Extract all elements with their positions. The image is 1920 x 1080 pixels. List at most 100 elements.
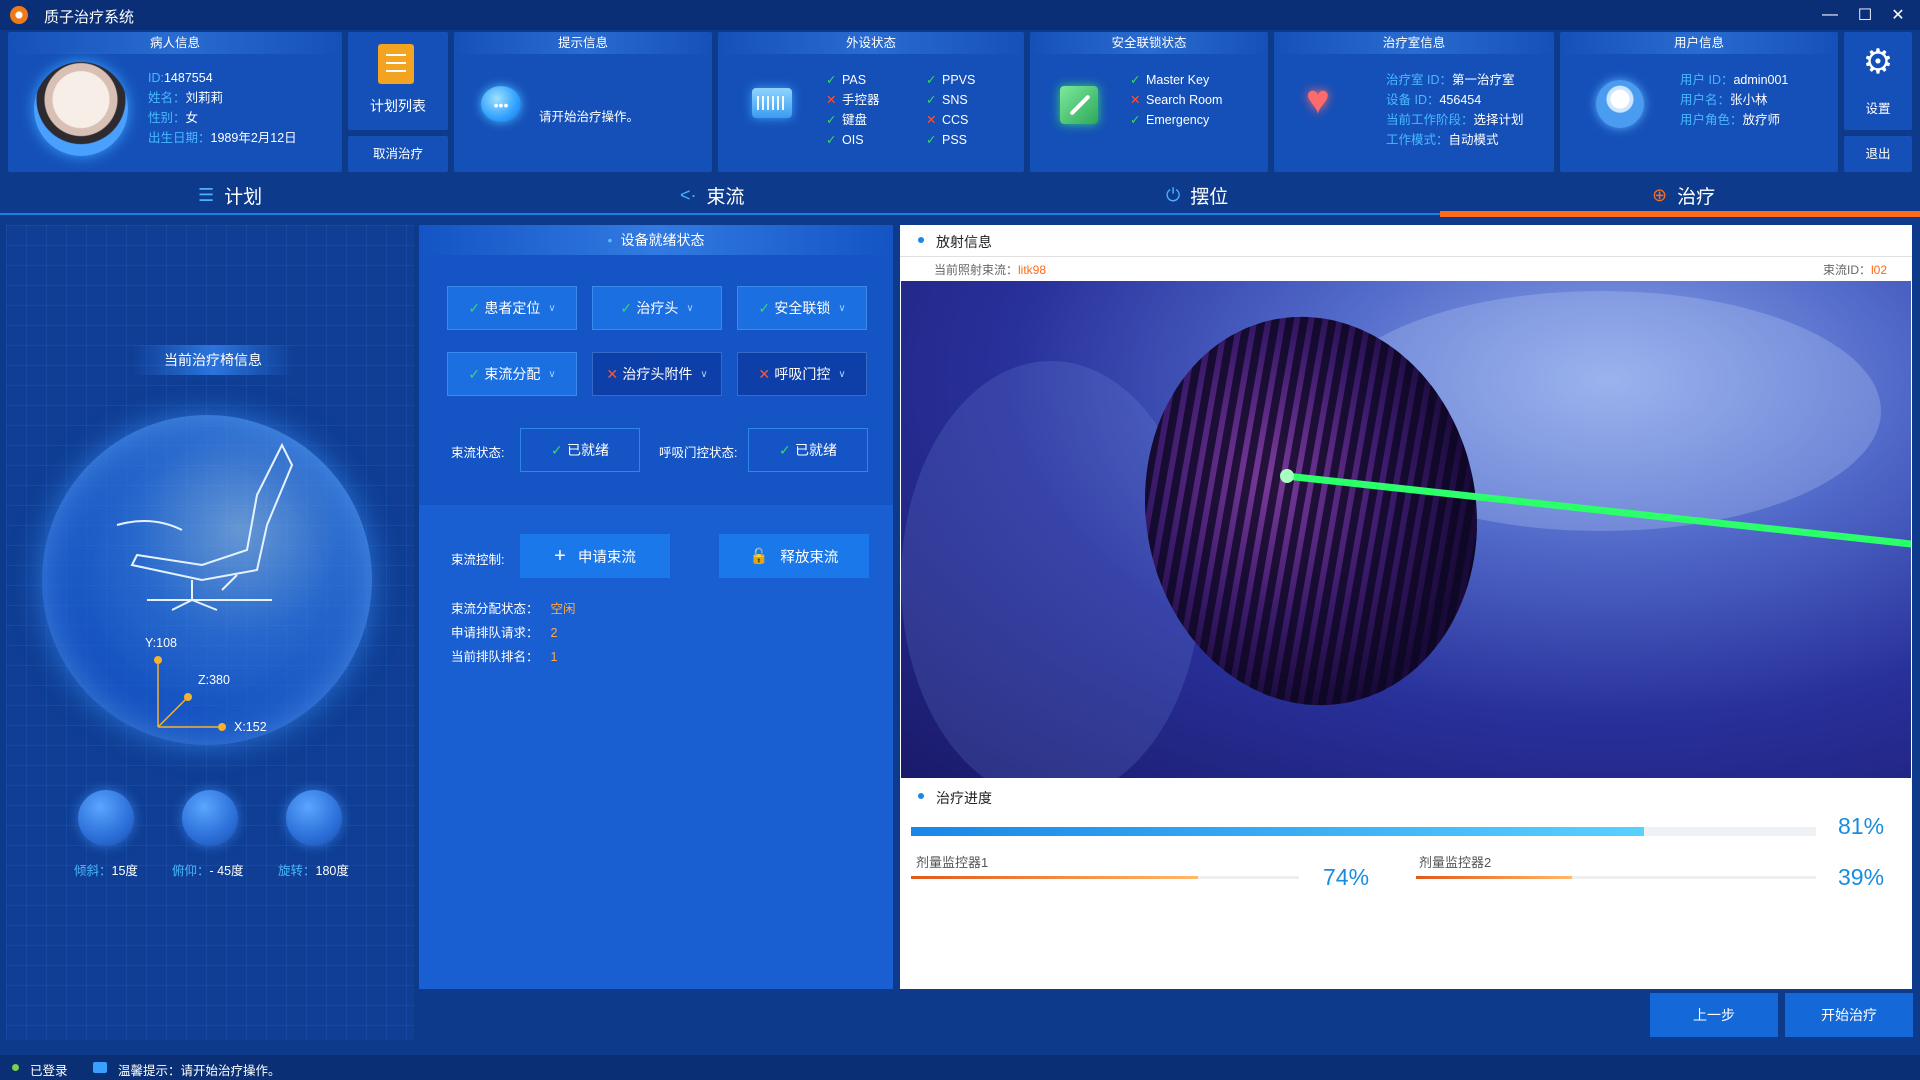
- tilt-dial: [78, 790, 134, 846]
- device-id: 设备 ID：456454: [1386, 93, 1482, 107]
- beam-state-box: ✓ 已就绪: [520, 428, 640, 472]
- peripheral-status: ✓ OIS: [826, 130, 880, 150]
- chevron-down-icon: ∨: [700, 368, 708, 380]
- radiation-title: 放射信息: [936, 234, 992, 250]
- settings-button[interactable]: ⚙ 设置: [1844, 32, 1912, 130]
- unlock-icon: 🔓: [749, 548, 769, 565]
- device-head-accessory[interactable]: ✕ 治疗头附件 ∨: [592, 352, 722, 396]
- tab-beam[interactable]: <· 束流: [680, 175, 745, 215]
- peripheral-list-1: ✓ PAS ✕ 手控器 ✓ 键盘 ✓ OIS: [826, 70, 880, 150]
- overall-progress-track: [911, 827, 1816, 836]
- active-tab-indicator: [1440, 211, 1920, 217]
- check-icon: ✓: [620, 299, 633, 316]
- tab-plan[interactable]: ☰ 计划: [198, 175, 262, 215]
- beam-stats: 束流分配状态： 空闲 申请排队请求： 2 当前排队排名： 1: [451, 597, 576, 669]
- peripheral-status: ✓ 键盘: [826, 110, 880, 130]
- check-icon: ✓: [1130, 73, 1141, 87]
- section-dot-icon: [918, 237, 924, 243]
- device-respiratory-gating[interactable]: ✕ 呼吸门控 ∨: [737, 352, 867, 396]
- status-bar: [0, 1055, 1920, 1080]
- user-avatar-icon: [1596, 80, 1644, 128]
- work-mode: 工作模式：自动模式: [1386, 133, 1499, 147]
- tab-treatment[interactable]: ⊕ 治疗: [1652, 175, 1715, 215]
- device-patient-positioning[interactable]: ✓ 患者定位 ∨: [447, 286, 577, 330]
- current-beam: 当前照射束流：litk98: [934, 263, 1047, 277]
- cancel-treatment-button[interactable]: 取消治疗: [348, 136, 448, 172]
- app-title: 质子治疗系统: [44, 9, 135, 26]
- monitor-2-percent: 39%: [1838, 864, 1885, 890]
- plan-list-button[interactable]: 计划列表: [348, 32, 448, 130]
- interlock-status: ✓ Master Key: [1130, 70, 1222, 90]
- patient-dob: 出生日期：1989年2月12日: [148, 131, 297, 145]
- cross-icon: ✕: [758, 365, 771, 382]
- main-nav: [0, 175, 1920, 215]
- maximize-icon[interactable]: ☐: [1852, 3, 1878, 27]
- tab-positioning[interactable]: ⏻ 摆位: [1166, 175, 1228, 215]
- app-logo-icon: [10, 6, 28, 24]
- patient-avatar: [34, 62, 128, 156]
- monitor-2-label: 剂量监控器2: [1419, 855, 1492, 870]
- safety-interlock-list: ✓ Master Key ✕ Search Room ✓ Emergency: [1130, 70, 1222, 130]
- plan-list-icon: [378, 44, 414, 84]
- z-axis-point: [184, 693, 192, 701]
- prompt-message: 请开始治疗操作。: [539, 110, 640, 124]
- beam-id: 束流ID：l02: [1823, 263, 1888, 277]
- user-id: 用户 ID：admin001: [1680, 73, 1789, 87]
- monitor-1-label: 剂量监控器1: [916, 855, 989, 870]
- check-icon: ✓: [926, 73, 937, 87]
- pitch-dial: [182, 790, 238, 846]
- monitor-1-track: [911, 876, 1299, 879]
- card-title: 提示信息: [454, 32, 712, 54]
- minimize-icon[interactable]: —: [1817, 3, 1843, 27]
- check-icon: ✓: [551, 441, 563, 458]
- check-icon: ✓: [1130, 113, 1141, 127]
- start-treatment-button[interactable]: 开始治疗: [1785, 993, 1913, 1037]
- peripheral-list-2: ✓ PPVS ✓ SNS ✕ CCS ✓ PSS: [926, 70, 975, 150]
- plan-list-label: 计划列表: [370, 98, 426, 114]
- card-title: 外设状态: [718, 32, 1024, 54]
- treatment-icon: ⊕: [1652, 184, 1668, 205]
- axis-lines: [157, 660, 224, 728]
- title-bar: [0, 0, 1920, 30]
- monitor-2-track: [1416, 876, 1816, 879]
- overall-progress-percent: 81%: [1838, 813, 1885, 839]
- peripheral-status: ✓ SNS: [926, 90, 975, 110]
- device-beam-allocation[interactable]: ✓ 束流分配 ∨: [447, 352, 577, 396]
- keyboard-icon: [752, 88, 792, 118]
- cross-icon: ✕: [926, 113, 937, 127]
- status-tip: 温馨提示：请开始治疗操作。: [118, 1064, 281, 1078]
- z-coordinate: Z:380: [198, 673, 230, 687]
- beam-stat-row: 束流分配状态： 空闲: [451, 602, 576, 616]
- device-treatment-head[interactable]: ✓ 治疗头 ∨: [592, 286, 722, 330]
- gear-icon: ⚙: [1862, 43, 1894, 81]
- y-axis-point: [154, 656, 162, 664]
- previous-step-button[interactable]: 上一步: [1650, 993, 1778, 1037]
- device-safety-interlock[interactable]: ✓ 安全联锁 ∨: [737, 286, 867, 330]
- request-beam-button[interactable]: + 申请束流: [520, 534, 670, 578]
- check-icon: ✓: [926, 93, 937, 107]
- rotation-value: 旋转：180度: [278, 864, 349, 878]
- release-beam-button[interactable]: 🔓 释放束流: [719, 534, 869, 578]
- check-icon: ✓: [468, 299, 481, 316]
- patient-name: 姓名：刘莉莉: [148, 91, 224, 105]
- check-icon: ✓: [779, 441, 791, 458]
- user-role: 用户角色：放疗师: [1680, 113, 1781, 127]
- y-coordinate: Y:108: [145, 636, 177, 650]
- x-axis-point: [218, 723, 226, 731]
- chevron-down-icon: ∨: [686, 302, 694, 314]
- card-title: 治疗室信息: [1274, 32, 1554, 54]
- beam-state-label: 束流状态:: [451, 446, 505, 460]
- patient-id: ID:1487554: [148, 71, 213, 85]
- tumor-render: [901, 291, 1911, 778]
- logout-button[interactable]: 退出: [1844, 136, 1912, 172]
- peripheral-status: ✕ 手控器: [826, 90, 880, 110]
- room-id: 治疗室 ID：第一治疗室: [1386, 73, 1515, 87]
- chevron-down-icon: ∨: [838, 368, 846, 380]
- chevron-down-icon: ∨: [838, 302, 846, 314]
- close-icon[interactable]: ✕: [1885, 3, 1911, 27]
- interlock-status: ✕ Search Room: [1130, 90, 1222, 110]
- gating-state-label: 呼吸门控状态:: [659, 446, 738, 460]
- plus-icon: +: [554, 544, 566, 567]
- list-icon: ☰: [198, 184, 215, 205]
- peripheral-status: ✓ PPVS: [926, 70, 975, 90]
